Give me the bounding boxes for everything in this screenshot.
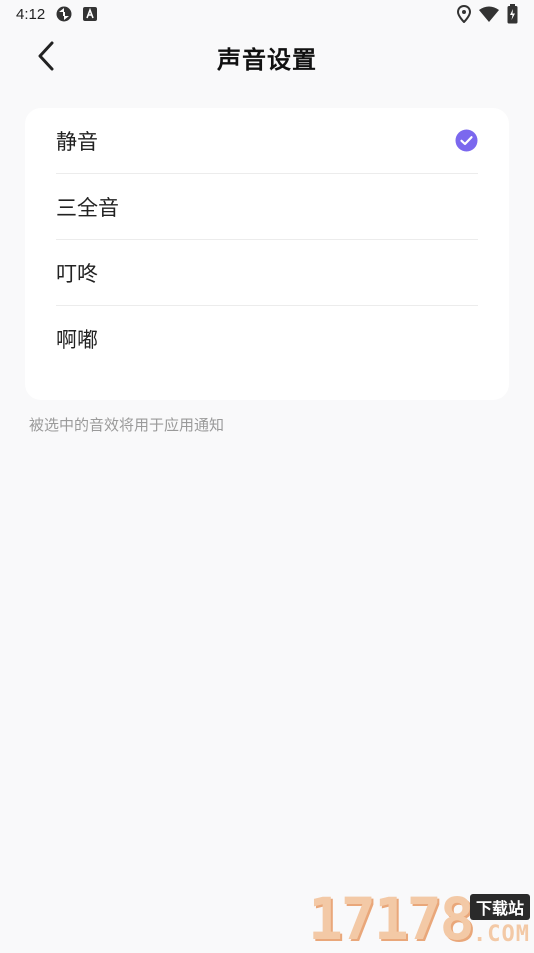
back-button[interactable] — [26, 38, 66, 78]
location-icon — [457, 5, 471, 23]
battery-icon — [507, 4, 518, 24]
sound-option-mute[interactable]: 静音 — [56, 108, 478, 174]
sound-option-label: 啊嘟 — [56, 328, 98, 352]
sound-option-ding-dong[interactable]: 叮咚 — [56, 240, 478, 306]
sound-option-adu[interactable]: 啊嘟 — [56, 306, 478, 372]
sound-options-card: 静音 三全音 叮咚 啊嘟 — [25, 108, 509, 400]
status-bar: 4:12 — [0, 0, 534, 28]
sound-option-label: 静音 — [56, 129, 98, 154]
wifi-icon — [479, 6, 499, 22]
watermark-site: 下载站 — [469, 894, 530, 920]
sync-icon — [55, 5, 73, 23]
watermark-digits: 17178 — [308, 885, 475, 953]
back-arrow-icon — [36, 40, 56, 76]
check-icon — [455, 129, 478, 152]
status-time: 4:12 — [16, 5, 46, 23]
page-title: 声音设置 — [217, 45, 317, 74]
sound-option-triple-tone[interactable]: 三全音 — [56, 174, 478, 240]
sound-option-label: 三全音 — [56, 195, 119, 220]
app-header: 声音设置 — [0, 28, 534, 86]
watermark-com: .COM — [473, 922, 530, 947]
sound-option-label: 叮咚 — [56, 261, 98, 286]
a-icon — [83, 7, 98, 21]
watermark-logo: 17178 下载站 .COM — [308, 888, 534, 950]
hint-text: 被选中的音效将用于应用通知 — [29, 416, 225, 434]
